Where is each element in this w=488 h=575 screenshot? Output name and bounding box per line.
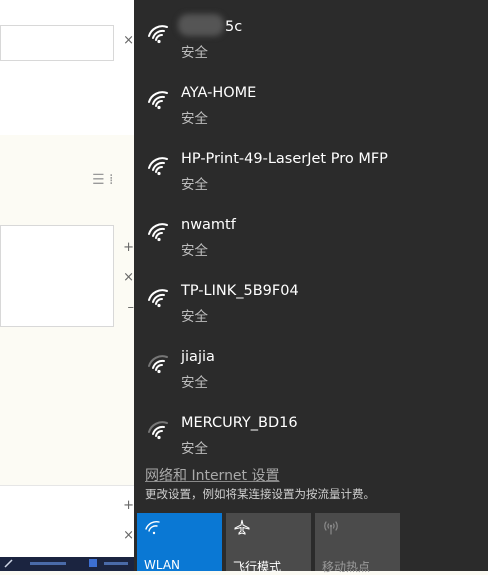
close-icon: × xyxy=(123,33,134,48)
network-name: 5c xyxy=(225,19,243,35)
network-security: 安全 xyxy=(181,375,208,391)
tile-label: WLAN xyxy=(144,558,181,572)
taskbar-item xyxy=(104,562,128,565)
network-name: TP-LINK_5B9F04 xyxy=(181,283,299,299)
background-panel-top xyxy=(0,0,134,135)
network-security: 安全 xyxy=(181,441,208,457)
airplane-icon xyxy=(234,519,250,535)
network-item[interactable]: TP-LINK_5B9F04 安全 xyxy=(134,264,488,325)
network-settings-description: 更改设置，例如将某连接设置为按流量计费。 xyxy=(145,487,375,501)
network-name: HP-Print-49-LaserJet Pro MFP xyxy=(181,151,388,167)
pen-icon xyxy=(4,559,13,568)
background-panel-bottom xyxy=(0,485,134,558)
app-icon xyxy=(89,559,97,567)
background-textarea xyxy=(0,225,114,327)
network-security: 安全 xyxy=(181,177,208,193)
wifi-signal-weak-icon xyxy=(148,355,168,374)
mobile-hotspot-tile[interactable]: 移动热点 xyxy=(315,513,400,574)
network-item[interactable]: nwamtf 安全 xyxy=(134,198,488,259)
wifi-signal-icon xyxy=(148,91,168,110)
network-settings-link[interactable]: 网络和 Internet 设置 xyxy=(145,465,280,485)
plus-icon: + xyxy=(123,240,134,255)
network-name: jiajia xyxy=(181,349,215,365)
airplane-mode-tile[interactable]: 飞行模式 xyxy=(226,513,311,574)
network-name: MERCURY_BD16 xyxy=(181,415,298,431)
network-flyout: 5c 安全 AYA-HOME 安全 HP-Print-49-LaserJet P… xyxy=(134,0,488,574)
wlan-toggle-tile[interactable]: WLAN xyxy=(137,513,222,572)
background-window: × ☰ ⁞ + × – + × xyxy=(0,0,134,571)
network-item[interactable]: AYA-HOME 安全 xyxy=(134,66,488,127)
network-name: AYA-HOME xyxy=(181,85,257,101)
network-item[interactable]: HP-Print-49-LaserJet Pro MFP 安全 xyxy=(134,132,488,193)
wifi-signal-icon xyxy=(148,157,168,176)
taskbar-item xyxy=(30,562,66,565)
tile-label: 飞行模式 xyxy=(233,560,282,574)
network-security: 安全 xyxy=(181,309,208,325)
list-format-icon: ☰ ⁞ xyxy=(92,172,114,188)
tile-label: 移动热点 xyxy=(322,560,371,574)
wifi-signal-weak-icon xyxy=(148,421,168,440)
network-item[interactable]: MERCURY_BD16 安全 xyxy=(134,396,488,457)
plus-icon: + xyxy=(123,498,134,513)
network-security: 安全 xyxy=(181,45,208,61)
network-item[interactable]: jiajia 安全 xyxy=(134,330,488,391)
wifi-signal-icon xyxy=(148,289,168,308)
network-security: 安全 xyxy=(181,243,208,259)
wifi-icon xyxy=(145,520,160,535)
close-icon: × xyxy=(123,270,134,285)
background-input-1 xyxy=(0,25,114,61)
wifi-signal-icon xyxy=(148,223,168,242)
hotspot-icon xyxy=(324,521,338,535)
wifi-signal-icon xyxy=(148,25,168,44)
redacted-mark xyxy=(178,14,224,36)
network-security: 安全 xyxy=(181,111,208,127)
close-icon: × xyxy=(123,528,134,543)
network-item[interactable]: 5c 安全 xyxy=(134,0,488,61)
network-name: nwamtf xyxy=(181,217,236,233)
taskbar xyxy=(0,557,134,571)
